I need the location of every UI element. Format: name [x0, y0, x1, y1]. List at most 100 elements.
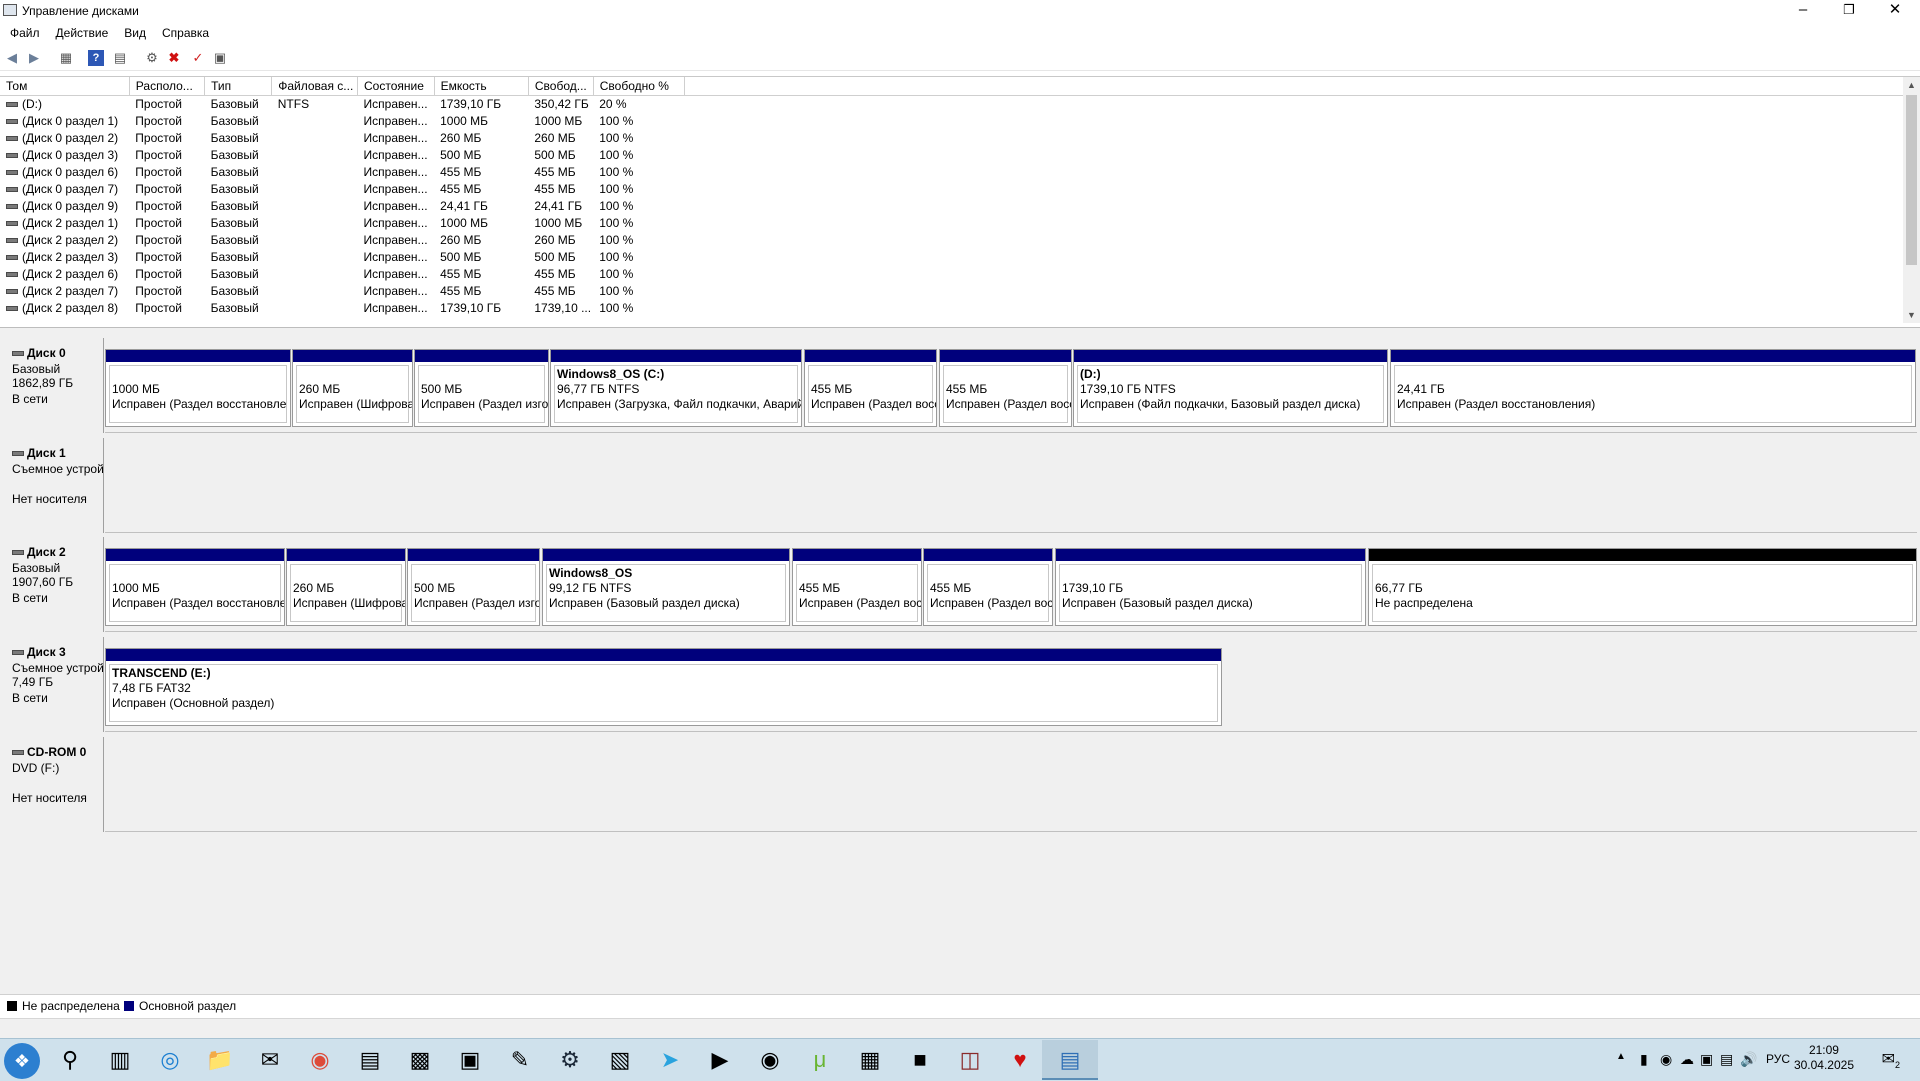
forward-icon[interactable]: ▶	[26, 50, 42, 66]
table-row[interactable]: (Диск 2 раздел 1) Простой Базовый Исправен.…	[0, 215, 1920, 232]
notepad-icon[interactable]: ✎	[492, 1040, 548, 1080]
help-icon[interactable]: ?	[88, 50, 104, 66]
terminal-icon[interactable]: ▧	[592, 1040, 648, 1080]
partition[interactable]: 455 МБИсправен (Раздел восстан	[792, 548, 922, 626]
scroll-down-icon[interactable]: ▼	[1903, 307, 1920, 323]
scroll-up-icon[interactable]: ▲	[1903, 77, 1920, 93]
partition[interactable]: 500 МБИсправен (Раздел изготови	[407, 548, 540, 626]
table-row[interactable]: (Диск 0 раздел 6) Простой Базовый Исправен.…	[0, 164, 1920, 181]
network-globe-icon[interactable]: ◉	[1660, 1051, 1672, 1068]
task-view-icon[interactable]: ▥	[92, 1040, 148, 1080]
telegram-icon[interactable]: ➤	[642, 1040, 698, 1080]
scroll-thumb[interactable]	[1906, 95, 1917, 265]
table-row[interactable]: (Диск 2 раздел 7) Простой Базовый Исправен.…	[0, 283, 1920, 300]
partition[interactable]: TRANSCEND (E:) 7,48 ГБ FAT32 Исправен (Осн…	[105, 648, 1222, 726]
disk-label[interactable]: Диск 3 Съемное устрой 7,49 ГБ В сети	[2, 637, 104, 732]
restore-button[interactable]: ❐	[1826, 0, 1872, 22]
clock[interactable]: 21:09 30.04.2025	[1794, 1043, 1854, 1073]
partition[interactable]: 260 МБИсправен (Шифрованнь	[292, 349, 413, 427]
partition[interactable]: Windows8_OS (C:) 96,77 ГБ NTFS Исправен (З…	[550, 349, 802, 427]
volume-name: (Диск 2 раздел 6)	[22, 267, 119, 281]
partition[interactable]: 24,41 ГБ Исправен (Раздел восстановления)	[1390, 349, 1916, 427]
window-icon[interactable]: ▦	[842, 1040, 898, 1080]
table-row[interactable]: (D:) Простой Базовый NTFS Исправен... 1739,10…	[0, 96, 1920, 114]
cloud-icon[interactable]: ☁	[1680, 1051, 1694, 1068]
table-row[interactable]: (Диск 0 раздел 7) Простой Базовый Исправен.…	[0, 181, 1920, 198]
disk-mgmt-icon[interactable]: ▤	[1042, 1040, 1098, 1080]
partition[interactable]: 260 МБИсправен (Шифрованнь	[286, 548, 406, 626]
start-button[interactable]: ❖	[4, 1043, 40, 1079]
chip-icon[interactable]: ▩	[392, 1040, 448, 1080]
settings-icon[interactable]: ▣	[212, 50, 228, 66]
disk-label[interactable]: Диск 1 Съемное устрой Нет носителя	[2, 438, 104, 533]
unallocated-space[interactable]: 66,77 ГБ Не распределена	[1368, 548, 1917, 626]
table-row[interactable]: (Диск 2 раздел 2) Простой Базовый Исправен.…	[0, 232, 1920, 249]
cell-volume: (Диск 2 раздел 2)	[0, 232, 129, 249]
table-row[interactable]: (Диск 2 раздел 6) Простой Базовый Исправен.…	[0, 266, 1920, 283]
mail-icon[interactable]: ✉	[242, 1040, 298, 1080]
hp-icon[interactable]: ♥	[992, 1040, 1048, 1080]
col-status[interactable]: Состояние	[357, 77, 435, 96]
partition[interactable]: 455 МБИсправен (Раздел восстан	[923, 548, 1053, 626]
media-icon[interactable]: ▶	[692, 1040, 748, 1080]
partition[interactable]: 1000 МБ Исправен (Раздел восстановле	[105, 548, 285, 626]
tray-chevron-icon[interactable]: ▲	[1616, 1051, 1626, 1062]
table-row[interactable]: (Диск 2 раздел 3) Простой Базовый Исправен.…	[0, 249, 1920, 266]
partition[interactable]: (D:) 1739,10 ГБ NTFS Исправен (Файл подкач…	[1073, 349, 1388, 427]
edge-icon[interactable]: ◎	[142, 1040, 198, 1080]
col-type[interactable]: Тип	[204, 77, 273, 96]
volume-list-scrollbar[interactable]: ▲ ▼	[1903, 77, 1920, 323]
monitor-tray-icon[interactable]: ▤	[1720, 1051, 1733, 1068]
disk-icon	[12, 451, 24, 457]
notifications-icon[interactable]: ✉2	[1882, 1049, 1900, 1070]
check-icon[interactable]: ✓	[190, 50, 206, 66]
usb-icon[interactable]: ■	[892, 1040, 948, 1080]
language-indicator[interactable]: РУС	[1766, 1052, 1790, 1066]
menu-action[interactable]: Действие	[48, 22, 117, 40]
explorer-icon[interactable]: 📁	[192, 1040, 248, 1080]
table-row[interactable]: (Диск 0 раздел 1) Простой Базовый Исправен.…	[0, 113, 1920, 130]
volume-icon[interactable]: 🔊	[1740, 1051, 1757, 1068]
console-tree-icon[interactable]: ▦	[58, 50, 74, 66]
properties-icon[interactable]: ▤	[112, 50, 128, 66]
col-capacity[interactable]: Емкость	[434, 77, 529, 96]
steam-icon[interactable]: ⚙	[542, 1040, 598, 1080]
partition[interactable]: Windows8_OS 99,12 ГБ NTFS Исправен (Базовы…	[542, 548, 790, 626]
archive-icon[interactable]: ▣	[442, 1040, 498, 1080]
speaker-icon[interactable]: ◉	[742, 1040, 798, 1080]
table-row[interactable]: (Диск 0 раздел 9) Простой Базовый Исправен.…	[0, 198, 1920, 215]
disk-label[interactable]: CD-ROM 0 DVD (F:) Нет носителя	[2, 737, 104, 832]
col-free-percent[interactable]: Свободно %	[593, 77, 685, 96]
partition[interactable]: 500 МБИсправен (Раздел изготови	[414, 349, 549, 427]
winrar-icon[interactable]: ◫	[942, 1040, 998, 1080]
table-row[interactable]: (Диск 2 раздел 8) Простой Базовый Исправен.…	[0, 300, 1920, 317]
col-filesystem[interactable]: Файловая с...	[271, 77, 359, 96]
volume-icon	[6, 238, 18, 244]
delete-icon[interactable]: ✖	[166, 50, 182, 66]
partition[interactable]: 455 МБИсправен (Раздел восстанс	[939, 349, 1072, 427]
menu-view[interactable]: Вид	[116, 22, 154, 40]
menu-file[interactable]: Файл	[2, 22, 48, 40]
col-volume[interactable]: Том	[0, 77, 130, 96]
col-free[interactable]: Свобод...	[528, 77, 594, 96]
disk-label[interactable]: Диск 2 Базовый 1907,60 ГБ В сети	[2, 537, 104, 632]
table-row[interactable]: (Диск 0 раздел 3) Простой Базовый Исправен.…	[0, 147, 1920, 164]
back-icon[interactable]: ◀	[4, 50, 20, 66]
menu-help[interactable]: Справка	[154, 22, 217, 40]
utorrent-icon[interactable]: μ	[792, 1040, 848, 1080]
monitor-icon[interactable]: ▤	[342, 1040, 398, 1080]
connect-icon[interactable]: ⚙	[144, 50, 160, 66]
partition[interactable]: 1739,10 ГБ Исправен (Базовый раздел диска…	[1055, 548, 1366, 626]
partition[interactable]: 1000 МБ Исправен (Раздел восстановле	[105, 349, 291, 427]
usb-tray-icon[interactable]: ▮	[1640, 1051, 1648, 1068]
folder-tray-icon[interactable]: ▣	[1700, 1051, 1713, 1068]
partition[interactable]: 455 МБИсправен (Раздел восстанс	[804, 349, 937, 427]
col-layout[interactable]: Располо...	[129, 77, 206, 96]
close-button[interactable]: ✕	[1872, 0, 1918, 22]
disk-label[interactable]: Диск 0 Базовый 1862,89 ГБ В сети	[2, 338, 104, 433]
search-icon[interactable]: ⚲	[42, 1040, 98, 1080]
minimize-button[interactable]: –	[1780, 0, 1826, 22]
table-row[interactable]: (Диск 0 раздел 2) Простой Базовый Исправен.…	[0, 130, 1920, 147]
chrome-icon[interactable]: ◉	[292, 1040, 348, 1080]
cell-filesystem	[272, 215, 358, 232]
